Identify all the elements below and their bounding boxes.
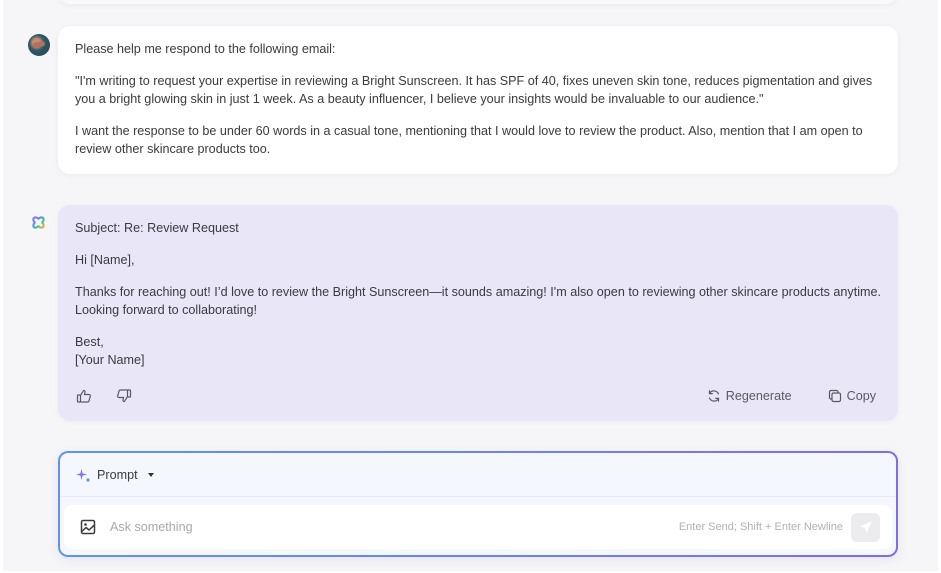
user-message-bubble: Please help me respond to the following … (58, 26, 898, 174)
email-signoff-line: Best, (75, 335, 104, 349)
prompt-mode-label: Prompt (97, 467, 138, 482)
assistant-message-bubble: Subject: Re: Review Request Hi [Name], T… (58, 205, 898, 421)
user-avatar (28, 34, 50, 56)
thumbs-up-icon (76, 389, 91, 403)
thumbs-down-icon (117, 389, 132, 403)
email-signature: [Your Name] (75, 353, 145, 367)
regenerate-icon (708, 390, 719, 402)
copy-label: Copy (846, 389, 876, 403)
thumbs-up-button[interactable] (75, 387, 93, 405)
composer-toolbar: Prompt (60, 453, 896, 497)
image-upload-button[interactable] (80, 519, 96, 535)
copy-icon (828, 389, 841, 403)
user-message-quoted-email: "I'm writing to request your expertise i… (75, 74, 873, 106)
user-message-line: Please help me respond to the following … (75, 42, 336, 56)
send-button[interactable] (851, 512, 880, 542)
message-actions: Regenerate Copy (75, 387, 876, 405)
regenerate-label: Regenerate (725, 389, 792, 403)
sparkle-icon (76, 468, 90, 482)
assistant-logo-icon (32, 216, 45, 229)
composer-inner: Prompt Enter Send; Shift + Enter Newline (60, 453, 896, 555)
chevron-down-icon (147, 472, 154, 477)
user-message-instructions: I want the response to be under 60 words… (75, 124, 863, 156)
send-icon (859, 521, 872, 533)
previous-message-edge (58, 0, 898, 4)
thumbs-down-button[interactable] (115, 387, 133, 405)
keyboard-hint: Enter Send; Shift + Enter Newline (678, 521, 843, 533)
email-greeting: Hi [Name], (75, 253, 135, 267)
regenerate-button[interactable]: Regenerate (707, 387, 792, 405)
copy-button[interactable]: Copy (828, 387, 876, 405)
ask-input[interactable] (110, 520, 679, 534)
image-upload-icon (80, 519, 96, 535)
email-signoff: Best, [Your Name] (75, 333, 881, 369)
chat-window: Please help me respond to the following … (3, 0, 938, 571)
prompt-mode-dropdown[interactable]: Prompt (75, 467, 154, 483)
ask-row: Enter Send; Shift + Enter Newline (64, 505, 892, 549)
email-body: Thanks for reaching out! I’d love to rev… (75, 285, 882, 317)
email-subject: Subject: Re: Review Request (75, 221, 239, 235)
composer: Prompt Enter Send; Shift + Enter Newline (58, 451, 898, 557)
